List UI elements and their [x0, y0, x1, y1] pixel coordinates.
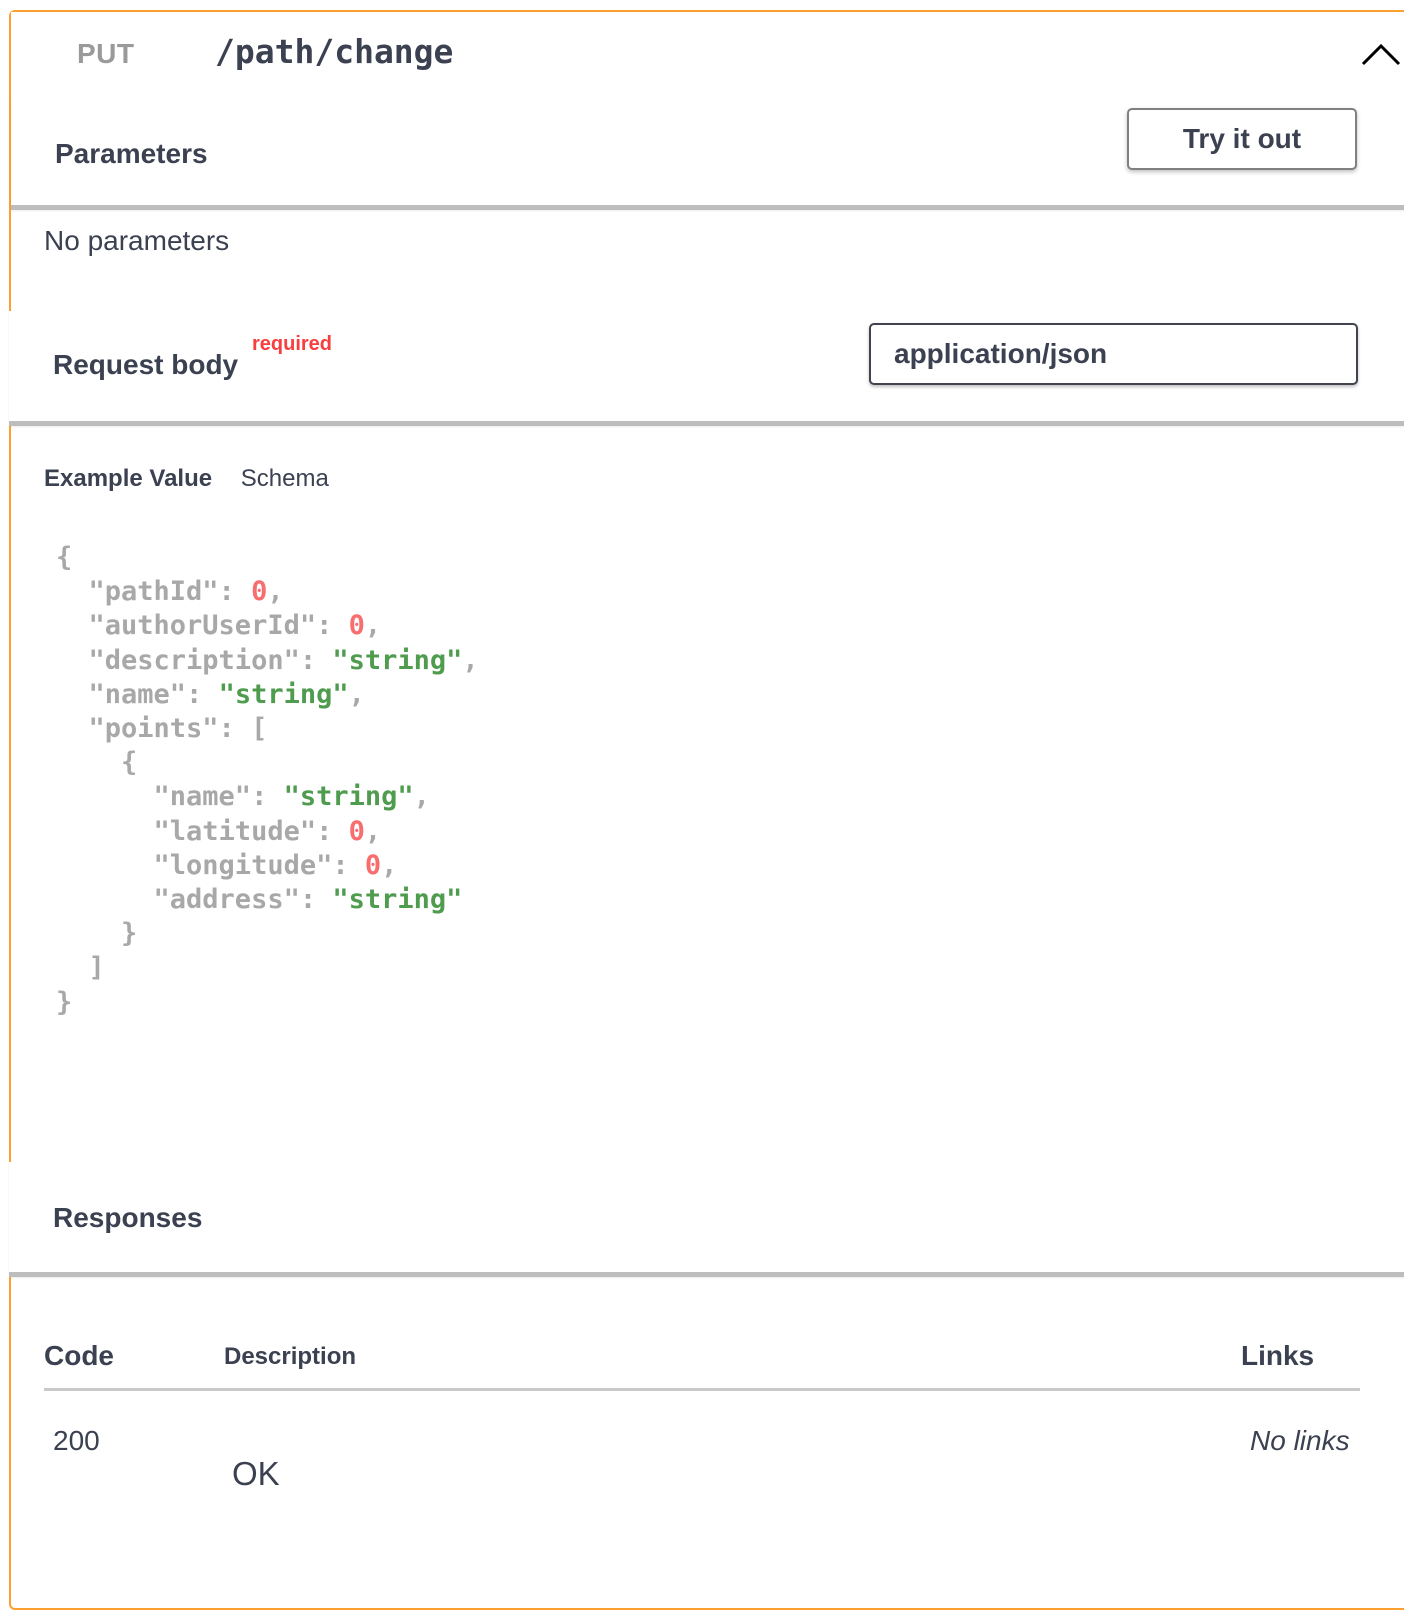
required-badge: required — [252, 333, 333, 355]
http-method-label: PUT — [77, 38, 135, 69]
chevron-up-icon[interactable] — [1359, 40, 1403, 70]
operation-summary[interactable]: PUT /path/change — [11, 12, 1404, 98]
column-header-description: Description — [224, 1343, 357, 1370]
responses-header: Responses — [9, 1162, 1404, 1277]
parameters-title: Parameters — [55, 138, 208, 169]
response-code: 200 — [53, 1425, 100, 1456]
response-links: No links — [1250, 1425, 1350, 1456]
example-value-code: { "pathId": 0, "authorUserId": 0, "descr… — [56, 542, 479, 1018]
example-tabs: Example Value Schema — [44, 465, 351, 493]
tab-example-value[interactable]: Example Value — [44, 465, 212, 493]
endpoint-path: /path/change — [215, 32, 454, 71]
no-parameters-text: No parameters — [44, 225, 230, 256]
section-divider — [11, 205, 1404, 210]
column-header-code: Code — [44, 1340, 114, 1371]
response-description: OK — [232, 1455, 280, 1492]
column-header-links: Links — [1241, 1340, 1315, 1371]
section-divider — [9, 1272, 1404, 1277]
section-divider — [9, 421, 1404, 426]
request-body-title: Request body — [53, 349, 239, 380]
tab-schema[interactable]: Schema — [241, 465, 329, 493]
content-type-select[interactable]: application/json — [869, 323, 1358, 385]
table-header-divider — [44, 1388, 1360, 1391]
responses-title: Responses — [53, 1202, 203, 1233]
try-it-out-button[interactable]: Try it out — [1127, 108, 1357, 170]
